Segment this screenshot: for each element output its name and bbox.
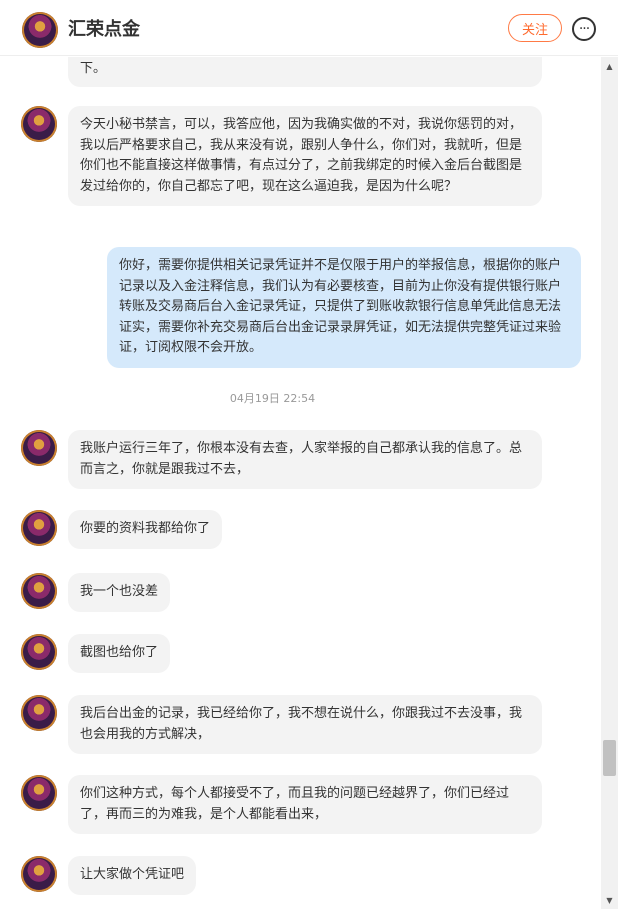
message-bubble: 截图也给你了 <box>68 634 171 673</box>
message-list[interactable]: 下。 今天小秘书禁言，可以，我答应他，因为我确实做的不对，我说你惩罚的对，我以后… <box>0 57 600 909</box>
vertical-scrollbar[interactable]: ▲ ▼ <box>601 57 618 909</box>
scroll-down-arrow-icon[interactable]: ▼ <box>601 893 618 907</box>
sender-avatar[interactable] <box>21 106 57 142</box>
message-bubble: 今天小秘书禁言，可以，我答应他，因为我确实做的不对，我说你惩罚的对，我以后严格要… <box>68 106 542 206</box>
scroll-up-arrow-icon[interactable]: ▲ <box>601 59 618 73</box>
message-bubble: 你们这种方式，每个人都接受不了，而且我的问题已经越界了，你们已经过了，再而三的为… <box>68 775 542 834</box>
sender-avatar[interactable] <box>21 695 57 731</box>
message-bubble-self: 你好，需要你提供相关记录凭证并不是仅限于用户的举报信息，根据你的账户记录以及入金… <box>107 247 581 368</box>
more-options-icon[interactable]: ··· <box>572 17 596 41</box>
sender-avatar[interactable] <box>21 634 57 670</box>
follow-button[interactable]: 关注 <box>508 14 562 42</box>
sender-avatar[interactable] <box>21 510 57 546</box>
message-bubble: 我账户运行三年了，你根本没有去查，人家举报的自己都承认我的信息了。总而言之，你就… <box>68 430 542 489</box>
sender-avatar[interactable] <box>21 856 57 892</box>
message-bubble: 我后台出金的记录，我已经给你了，我不想在说什么，你跟我过不去没事，我也会用我的方… <box>68 695 542 754</box>
chat-avatar[interactable] <box>22 12 58 48</box>
message-bubble: 下。 <box>68 57 542 87</box>
sender-avatar[interactable] <box>21 775 57 811</box>
sender-avatar[interactable] <box>21 573 57 609</box>
message-bubble: 你要的资料我都给你了 <box>68 510 223 549</box>
chat-title: 汇荣点金 <box>68 19 140 40</box>
chat-header: 汇荣点金 关注 ··· <box>0 0 618 56</box>
message-bubble: 让大家做个凭证吧 <box>68 856 197 895</box>
scrollbar-thumb[interactable] <box>603 740 616 776</box>
sender-avatar[interactable] <box>21 430 57 466</box>
message-timestamp: 04月19日 22:54 <box>229 392 316 405</box>
message-bubble: 我一个也没差 <box>68 573 171 612</box>
